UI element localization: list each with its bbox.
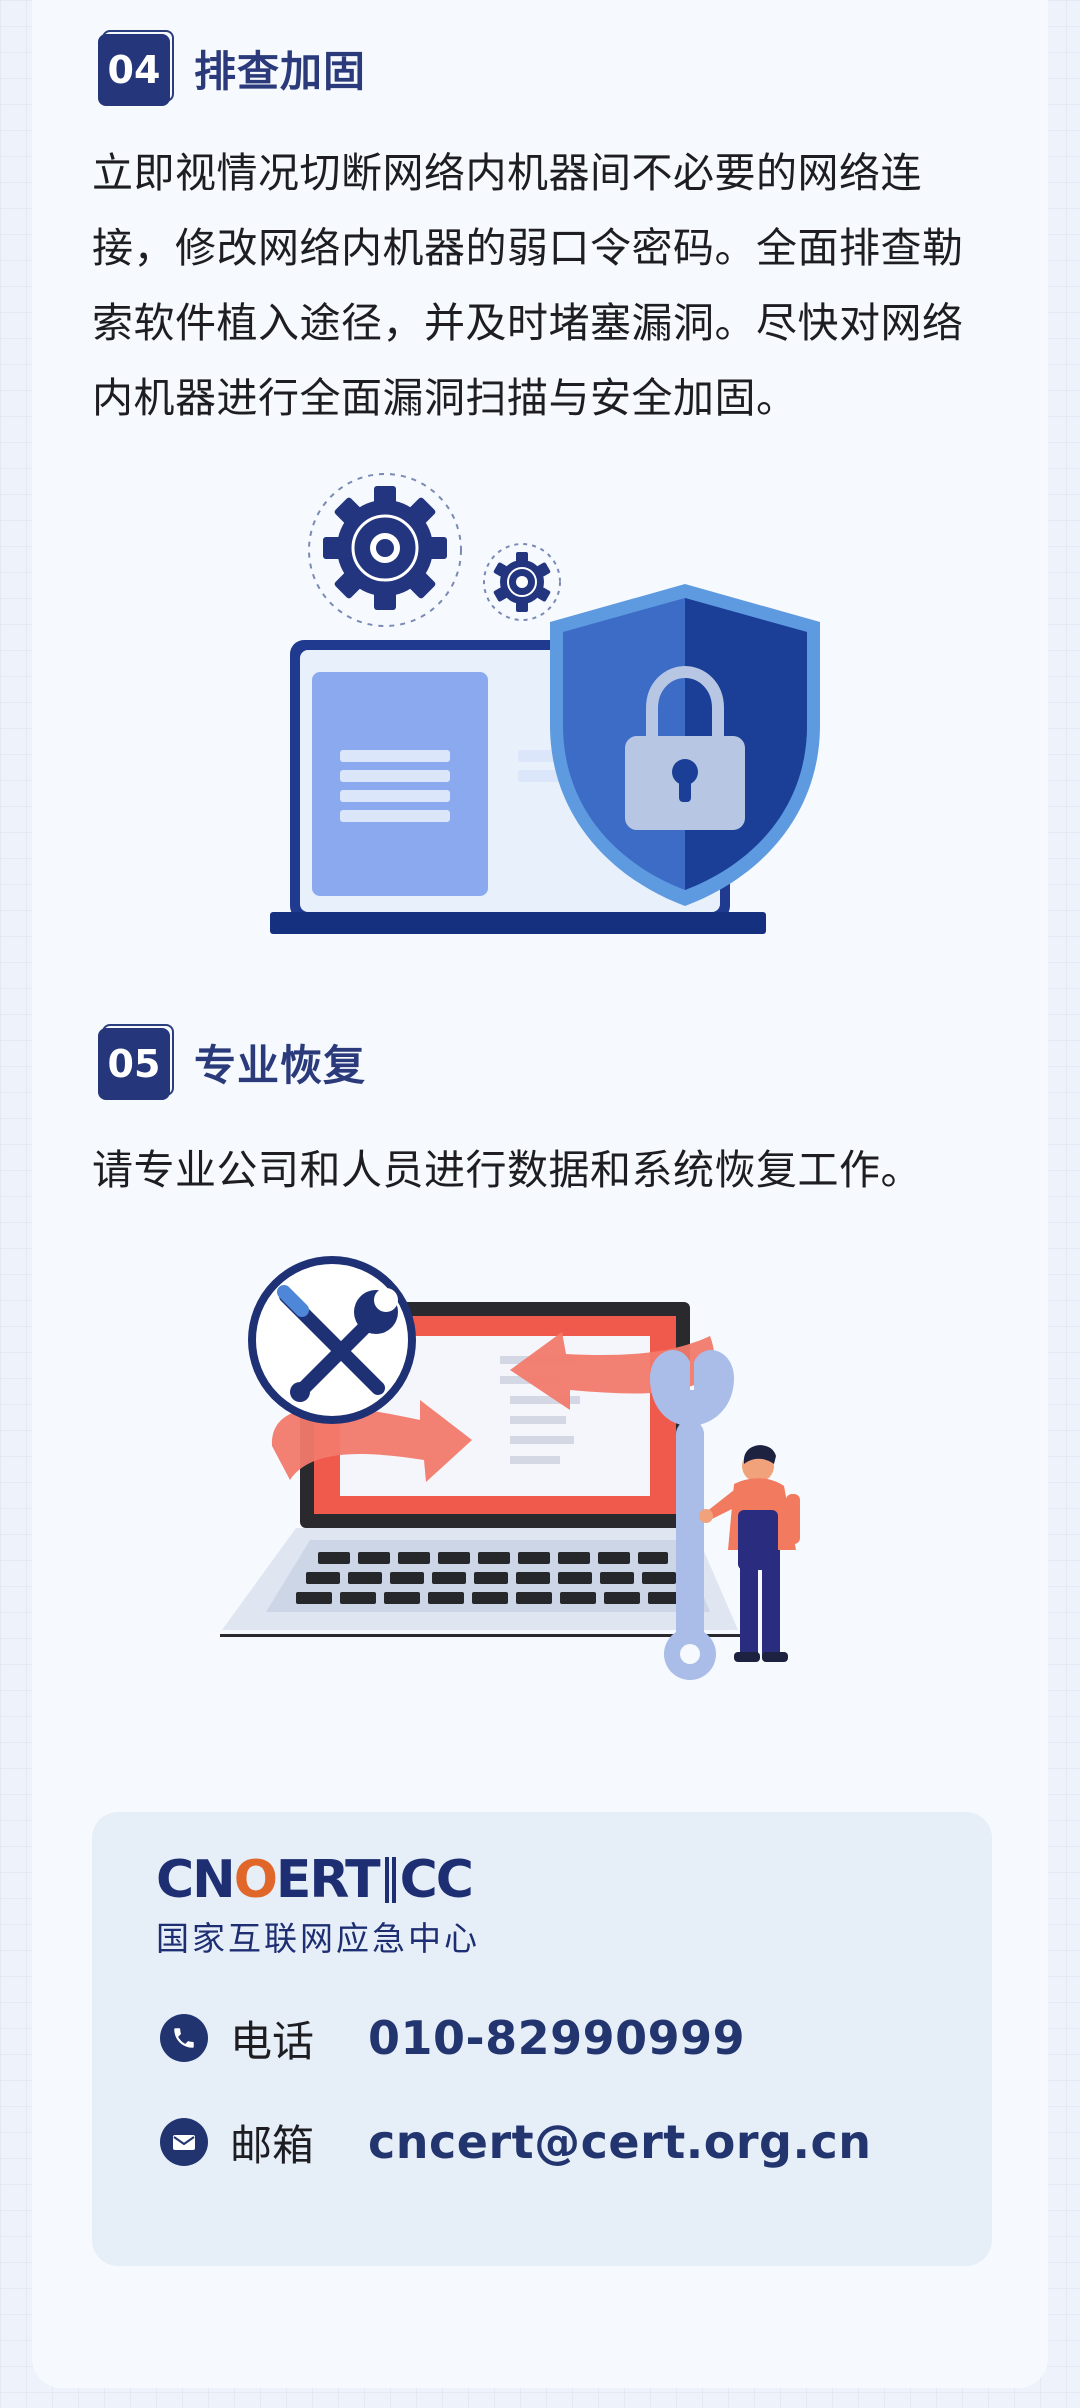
logo-suffix: ERT [275, 1850, 381, 1910]
logo-globe-letter: O [233, 1850, 278, 1910]
security-illustration [270, 473, 820, 934]
mail-icon [160, 2118, 208, 2166]
logo-subtitle: 国家互联网应急中心 [156, 1919, 480, 1958]
section-title: 排查加固 [194, 46, 367, 96]
wrench-screwdriver-icon [248, 1256, 416, 1424]
phone-row: 电话 010-82990999 [160, 2008, 745, 2068]
section-5-header: 05 专业恢复 [98, 1022, 366, 1102]
section-4-header: 04 排查加固 [98, 28, 366, 108]
body-line: 接，修改网络内机器的弱口令密码。全面排查勒 [92, 224, 964, 272]
recovery-illustration [220, 1256, 800, 1680]
body-line: 请专业公司和人员进行数据和系统恢复工作。 [92, 1146, 922, 1194]
phone-number[interactable]: 010-82990999 [368, 2011, 745, 2065]
section-title: 专业恢复 [194, 1040, 367, 1090]
cncert-logo: CN O ERT CC 国家互联网应急中心 [156, 1850, 480, 1960]
section-5-body: 请专业公司和人员进行数据和系统恢复工作。 [92, 1133, 998, 1208]
email-label: 邮箱 [230, 2120, 315, 2170]
section-number-badge: 05 [98, 1024, 174, 1100]
email-address[interactable]: cncert@cert.org.cn [368, 2115, 871, 2169]
logo-cc: CC [399, 1850, 474, 1910]
body-line: 索软件植入途径，并及时堵塞漏洞。尽快对网络 [92, 299, 964, 347]
section-number-badge: 04 [98, 30, 174, 106]
section-number: 05 [98, 1028, 170, 1100]
section-4-body: 立即视情况切断网络内机器间不必要的网络连 接，修改网络内机器的弱口令密码。全面排… [92, 136, 998, 436]
gear-icon [493, 552, 551, 612]
body-line: 内机器进行全面漏洞扫描与安全加固。 [92, 374, 798, 422]
gear-icon [323, 486, 447, 610]
section-number: 04 [98, 34, 170, 106]
body-line: 立即视情况切断网络内机器间不必要的网络连 [92, 149, 922, 197]
logo-prefix: CN [156, 1850, 236, 1910]
phone-icon [160, 2014, 208, 2062]
email-row: 邮箱 cncert@cert.org.cn [160, 2112, 871, 2172]
phone-label: 电话 [230, 2016, 315, 2066]
contact-panel: CN O ERT CC 国家互联网应急中心 电话 010-82990999 邮箱… [92, 1812, 992, 2266]
